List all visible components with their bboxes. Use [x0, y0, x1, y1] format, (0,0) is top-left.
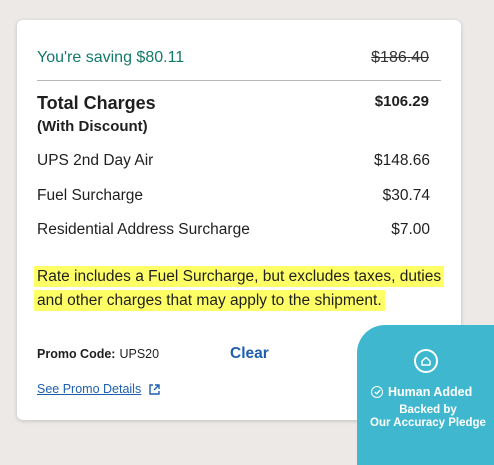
promo-code: Promo Code: UPS20: [37, 347, 159, 361]
charge-amount: $148.66: [373, 152, 430, 169]
charge-amount: $30.74: [382, 187, 430, 204]
external-link-icon: [149, 383, 160, 395]
charge-label: UPS 2nd Day Air: [37, 152, 154, 169]
see-promo-details-link[interactable]: See Promo Details: [37, 382, 160, 396]
check-circle-icon: [371, 386, 383, 398]
total-charges-subtitle: (With Discount): [37, 118, 148, 135]
charge-line-fuel: Fuel Surcharge $30.74: [37, 187, 430, 205]
promo-code-label: Promo Code:: [37, 347, 116, 361]
accuracy-pledge-badge[interactable]: Human Added Backed by Our Accuracy Pledg…: [357, 325, 494, 465]
savings-row: You're saving $80.11 $186.40: [37, 49, 429, 67]
divider: [37, 80, 441, 81]
backed-by-line2: Our Accuracy Pledge: [370, 417, 486, 429]
charge-line-service: UPS 2nd Day Air $148.66: [37, 152, 430, 170]
total-charges-row: Total Charges (With Discount) $106.29: [37, 91, 429, 137]
original-price: $186.40: [371, 49, 429, 66]
backed-by-text: Backed by Our Accuracy Pledge: [357, 404, 494, 430]
home-icon: [414, 349, 438, 373]
see-promo-details-label: See Promo Details: [37, 382, 142, 396]
human-added-label: Human Added: [371, 385, 472, 399]
promo-code-value: UPS20: [119, 347, 160, 361]
rate-notice: Rate includes a Fuel Surcharge, but excl…: [34, 265, 445, 313]
charge-label: Fuel Surcharge: [37, 187, 143, 204]
rate-notice-text: Rate includes a Fuel Surcharge, but excl…: [34, 266, 445, 311]
total-charges-amount: $106.29: [374, 93, 429, 110]
backed-by-line1: Backed by: [399, 404, 457, 416]
charge-line-residential: Residential Address Surcharge $7.00: [37, 221, 430, 239]
human-added-text: Human Added: [388, 385, 473, 399]
charge-amount: $7.00: [391, 221, 430, 238]
charge-label: Residential Address Surcharge: [37, 221, 250, 238]
total-charges-title: Total Charges: [37, 93, 156, 113]
savings-text: You're saving $80.11: [37, 49, 185, 66]
clear-promo-button[interactable]: Clear: [230, 345, 269, 363]
